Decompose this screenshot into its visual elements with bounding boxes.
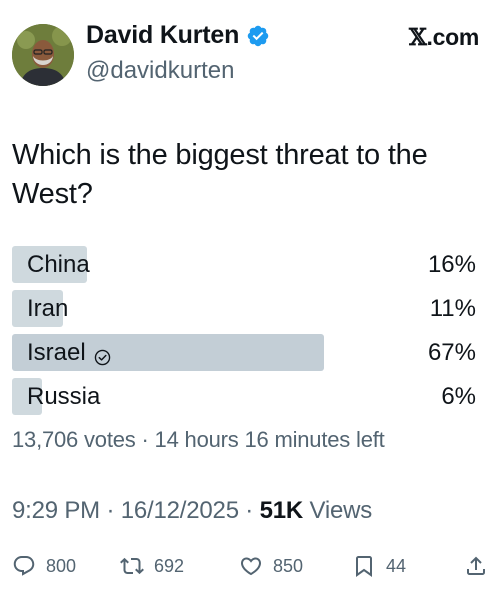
poll-option-label: Iran [27, 295, 68, 323]
poll-option-percent: 11% [429, 295, 476, 322]
timestamp-separator: · [99, 497, 121, 524]
reply-count: 800 [46, 555, 77, 576]
heart-icon[interactable] [239, 554, 263, 578]
like-count: 850 [273, 555, 304, 576]
repost-icon[interactable] [120, 554, 144, 578]
verified-badge-icon[interactable] [246, 24, 270, 48]
poll-option-label: Russia [27, 383, 100, 411]
x-logo: 𝕏.com [409, 24, 479, 51]
avatar-image [12, 24, 74, 86]
bookmark-icon[interactable] [352, 554, 376, 578]
avatar[interactable] [12, 24, 74, 86]
poll-option-percent: 16% [427, 251, 476, 278]
repost-count: 692 [154, 555, 185, 576]
author-name[interactable]: David Kurten [86, 21, 270, 50]
views-count: 51K [259, 497, 304, 524]
bookmark-button[interactable]: 44 [352, 549, 406, 583]
share-icon[interactable] [464, 554, 488, 578]
poll-option-text: Israel [27, 339, 86, 366]
poll-option-china: China 16% [12, 246, 478, 283]
author-name-text[interactable]: David Kurten [86, 21, 239, 50]
post-timestamp: 9:29 PM · 16/12/2025 · 51K Views [12, 497, 372, 525]
poll-option-percent: 6% [441, 383, 476, 410]
post-text: Which is the biggest threat to the West? [12, 139, 428, 210]
poll-meta: 13,706 votes · 14 hours 16 minutes left [12, 427, 385, 453]
poll-option-russia: Russia 6% [12, 378, 478, 415]
poll-time-left: 14 hours 16 minutes left [154, 427, 385, 452]
poll-option-iran: Iran 11% [12, 290, 478, 327]
reply-icon[interactable] [12, 554, 36, 578]
poll-meta-separator: · [135, 427, 155, 452]
action-bar: 800 692 850 44 [0, 549, 503, 583]
repost-button[interactable]: 692 [120, 549, 184, 583]
x-logo-mark: 𝕏 [408, 24, 427, 51]
x-logo-suffix: .com [426, 24, 480, 50]
poll-option-label: Israel [27, 339, 111, 367]
bookmark-count: 44 [386, 555, 407, 576]
voted-check-icon [94, 345, 111, 365]
post-time[interactable]: 9:29 PM [12, 497, 100, 524]
poll-option-israel: Israel 67% [12, 334, 478, 371]
share-button[interactable] [464, 549, 488, 583]
reply-button[interactable]: 800 [12, 549, 76, 583]
poll-option-text: China [27, 251, 90, 278]
poll: China 16% Iran 11% Israel 67% Russia 6% [12, 246, 478, 422]
timestamp-separator-2: · [238, 497, 260, 524]
poll-option-text: Russia [27, 383, 101, 410]
poll-option-text: Iran [27, 295, 69, 322]
poll-option-label: China [27, 251, 90, 279]
author-handle[interactable]: @davidkurten [86, 57, 234, 85]
poll-votes: 13,706 votes [12, 427, 136, 452]
post-date[interactable]: 16/12/2025 [121, 497, 239, 524]
post-header: David Kurten @davidkurten 𝕏.com [0, 0, 503, 100]
poll-option-percent: 67% [427, 339, 476, 366]
like-button[interactable]: 850 [239, 549, 303, 583]
views-label: Views [303, 497, 373, 524]
